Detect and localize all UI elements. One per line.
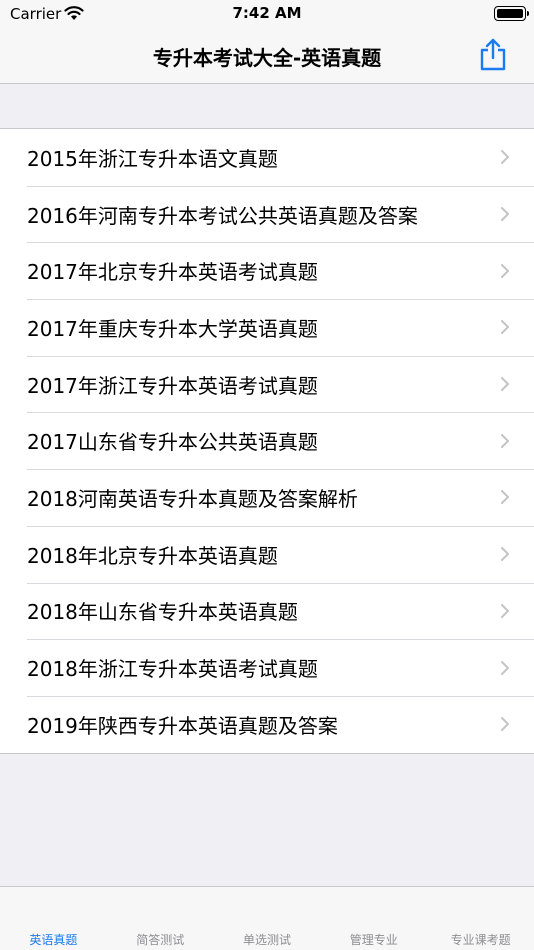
list-item-label: 2019年陕西专升本英语真题及答案 — [27, 713, 338, 738]
chevron-right-icon — [501, 660, 509, 675]
chevron-right-icon — [501, 603, 509, 618]
list-item[interactable]: 2015年浙江专升本语文真题 — [0, 129, 534, 186]
list-item-label: 2018年北京专升本英语真题 — [27, 543, 278, 568]
list-item[interactable]: 2018年浙江专升本英语考试真题 — [0, 639, 534, 696]
chevron-right-icon — [501, 490, 509, 505]
list-item-label: 2018年山东省专升本英语真题 — [27, 600, 298, 625]
chevron-right-icon — [501, 207, 509, 222]
list-item[interactable]: 2016年河南专升本考试公共英语真题及答案 — [0, 185, 534, 243]
tab-1[interactable]: 英语真题 — [0, 931, 107, 948]
chevron-right-icon — [501, 377, 509, 392]
list-item-label: 2017年北京专升本英语考试真题 — [27, 260, 318, 285]
tab-2[interactable]: 简答测试 — [107, 931, 214, 948]
list-item[interactable]: 2019年陕西专升本英语真题及答案 — [0, 695, 534, 753]
exam-list: 2015年浙江专升本语文真题 2016年河南专升本考试公共英语真题及答案 2017年… — [0, 128, 534, 754]
navigation-bar: 专升本考试大全-英语真题 — [0, 30, 534, 84]
chevron-right-icon — [501, 263, 509, 278]
list-item[interactable]: 2017年北京专升本英语考试真题 — [0, 242, 534, 299]
chevron-right-icon — [501, 717, 509, 732]
page-title: 专升本考试大全-英语真题 — [152, 46, 382, 70]
share-icon[interactable] — [478, 37, 508, 71]
list-item[interactable]: 2017年浙江专升本英语考试真题 — [0, 355, 534, 413]
tab-bar: 英语真题 简答测试 单选测试 管理专业 专业课考题 — [0, 886, 534, 950]
list-item[interactable]: 2018年北京专升本英语真题 — [0, 525, 534, 583]
clock: 7:42 AM — [232, 4, 302, 22]
list-item-label: 2015年浙江专升本语文真题 — [27, 146, 278, 171]
chevron-right-icon — [501, 320, 509, 335]
battery-icon — [494, 6, 529, 21]
list-item[interactable]: 2017山东省专升本公共英语真题 — [0, 412, 534, 469]
list-item-label: 2016年河南专升本考试公共英语真题及答案 — [27, 203, 418, 228]
tab-5[interactable]: 专业课考题 — [427, 931, 534, 948]
list-item-label: 2017山东省专升本公共英语真题 — [27, 430, 318, 455]
tab-4[interactable]: 管理专业 — [320, 931, 427, 948]
list-item-label: 2017年浙江专升本英语考试真题 — [27, 373, 318, 398]
list-item-label: 2018河南英语专升本真题及答案解析 — [27, 486, 358, 511]
chevron-right-icon — [501, 433, 509, 448]
list-item-label: 2018年浙江专升本英语考试真题 — [27, 657, 318, 682]
chevron-right-icon — [501, 547, 509, 562]
chevron-right-icon — [501, 150, 509, 165]
status-bar: Carrier 7:42 AM — [0, 0, 534, 30]
list-item[interactable]: 2017年重庆专升本大学英语真题 — [0, 299, 534, 356]
list-item[interactable]: 2018年山东省专升本英语真题 — [0, 582, 534, 640]
battery-level — [497, 9, 523, 18]
tab-3[interactable]: 单选测试 — [214, 931, 321, 948]
list-item-label: 2017年重庆专升本大学英语真题 — [27, 316, 318, 341]
list-item[interactable]: 2018河南英语专升本真题及答案解析 — [0, 469, 534, 526]
